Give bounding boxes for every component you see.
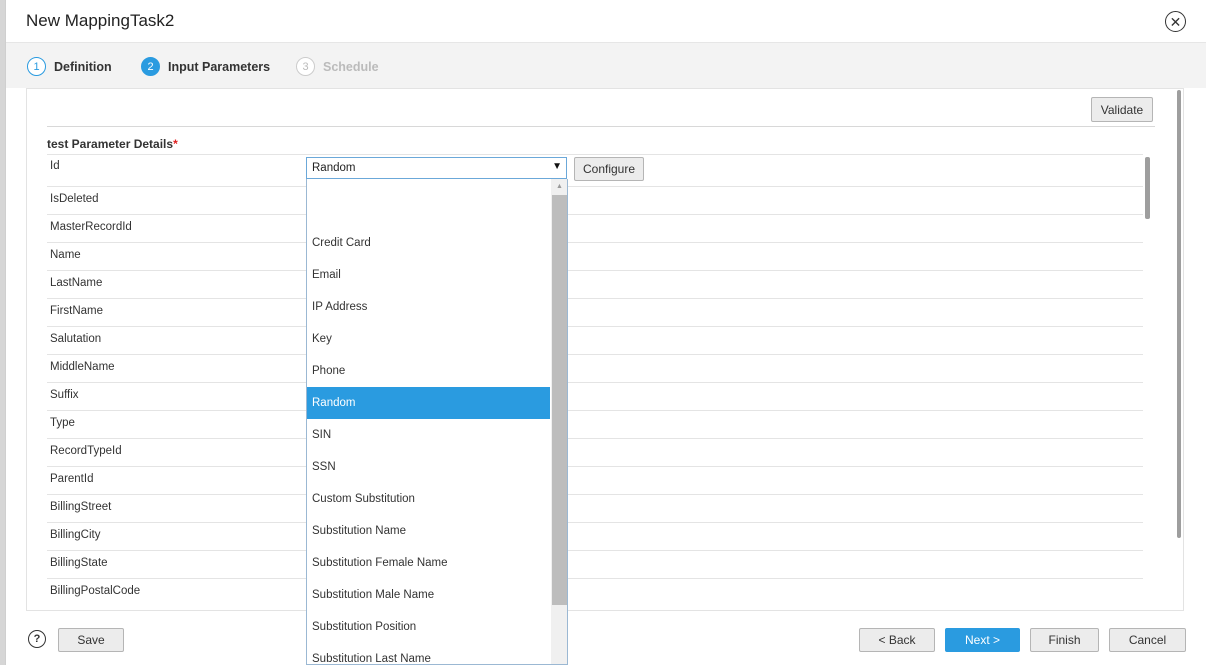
field-name: MasterRecordId (50, 221, 132, 233)
table-scrollbar[interactable] (1145, 157, 1150, 219)
field-name: BillingCity (50, 529, 101, 541)
panel-scrollbar[interactable] (1176, 88, 1182, 538)
field-name: MiddleName (50, 361, 115, 373)
masking-rule-select[interactable]: Random ▼ (306, 157, 567, 179)
field-name: BillingStreet (50, 501, 112, 513)
table-row: MasterRecordId (47, 214, 1143, 242)
dropdown-option[interactable]: Substitution Position (307, 611, 550, 643)
back-button[interactable]: < Back (859, 628, 935, 652)
dropdown-arrow-icon[interactable]: ▼ (552, 161, 562, 172)
dropdown-option[interactable]: Email (307, 259, 550, 291)
table-row: MiddleName (47, 354, 1143, 382)
next-button[interactable]: Next > (945, 628, 1020, 652)
table-row: ParentId (47, 466, 1143, 494)
validate-button[interactable]: Validate (1091, 97, 1153, 122)
table-row: IsDeleted (47, 186, 1143, 214)
table-row: RecordTypeId (47, 438, 1143, 466)
cancel-button[interactable]: Cancel (1109, 628, 1186, 652)
dialog-title: New MappingTask2 (26, 11, 175, 30)
save-button[interactable]: Save (58, 628, 124, 652)
dropdown-option[interactable]: SIN (307, 419, 550, 451)
table-row: BillingStreet (47, 494, 1143, 522)
dropdown-option[interactable]: Substitution Name (307, 515, 550, 547)
field-name: LastName (50, 277, 103, 289)
dropdown-option[interactable]: Credit Card (307, 227, 550, 259)
field-name: RecordTypeId (50, 445, 122, 457)
field-name: Salutation (50, 333, 102, 345)
required-mark: * (173, 137, 178, 151)
table-row: BillingState (47, 550, 1143, 578)
panel-scrollbar-thumb[interactable] (1177, 90, 1181, 538)
table-row: BillingCity (47, 522, 1143, 550)
field-name: Suffix (50, 389, 79, 401)
dropdown-option[interactable]: Phone (307, 355, 550, 387)
step-number: 1 (27, 57, 46, 76)
table-row: Name (47, 242, 1143, 270)
close-icon[interactable]: ✕ (1165, 11, 1186, 32)
dropdown-option[interactable]: Substitution Last Name (307, 643, 550, 664)
select-value: Random (312, 162, 356, 174)
section-title-text: test Parameter Details (47, 137, 174, 151)
dropdown-option[interactable]: Key (307, 323, 550, 355)
configure-button[interactable]: Configure (574, 157, 644, 181)
field-name: IsDeleted (50, 193, 99, 205)
parameter-table: Id IsDeleted MasterRecordId Name LastName Fir… (47, 154, 1143, 606)
dropdown-option[interactable] (307, 195, 550, 227)
step-number: 3 (296, 57, 315, 76)
masking-rule-dropdown: ▲ Credit Card Email IP Address Key Phone Rand… (306, 179, 568, 665)
dialog-header: New MappingTask2 ✕ (6, 0, 1206, 42)
table-row: Suffix (47, 382, 1143, 410)
step-label: Definition (54, 59, 112, 74)
dropdown-option[interactable]: Substitution Female Name (307, 547, 550, 579)
table-row: LastName (47, 270, 1143, 298)
dropdown-option[interactable]: SSN (307, 451, 550, 483)
divider (47, 126, 1155, 127)
field-name: ParentId (50, 473, 94, 485)
dropdown-scrollbar-thumb[interactable] (552, 195, 567, 605)
field-name: BillingPostalCode (50, 585, 141, 597)
dropdown-scrollbar[interactable]: ▲ (551, 179, 567, 664)
dropdown-option[interactable]: Random (307, 387, 550, 419)
finish-button[interactable]: Finish (1030, 628, 1099, 652)
dropdown-option[interactable]: Substitution Male Name (307, 579, 550, 611)
field-name: Type (50, 417, 75, 429)
help-icon[interactable]: ? (28, 630, 46, 648)
section-title: test Parameter Details* (47, 137, 178, 151)
mapping-task-dialog: New MappingTask2 ✕ 1 Definition 2 Input … (5, 0, 1206, 665)
step-number: 2 (141, 57, 160, 76)
step-input-parameters[interactable]: 2 Input Parameters (141, 57, 270, 76)
scroll-up-icon[interactable]: ▲ (551, 181, 567, 193)
step-label: Input Parameters (168, 59, 271, 74)
table-row: Type (47, 410, 1143, 438)
field-name: BillingState (50, 557, 108, 569)
table-row: FirstName (47, 298, 1143, 326)
step-label: Schedule (323, 59, 379, 74)
table-row: Salutation (47, 326, 1143, 354)
step-definition[interactable]: 1 Definition (27, 57, 112, 76)
field-name: Name (50, 249, 81, 261)
dropdown-option[interactable]: Custom Substitution (307, 483, 550, 515)
field-name: Id (50, 160, 60, 172)
table-row: BillingPostalCode (47, 578, 1143, 606)
step-schedule: 3 Schedule (296, 57, 379, 76)
wizard-steps: 1 Definition 2 Input Parameters 3 Schedu… (6, 42, 1206, 88)
field-name: FirstName (50, 305, 104, 317)
dropdown-option[interactable]: IP Address (307, 291, 550, 323)
